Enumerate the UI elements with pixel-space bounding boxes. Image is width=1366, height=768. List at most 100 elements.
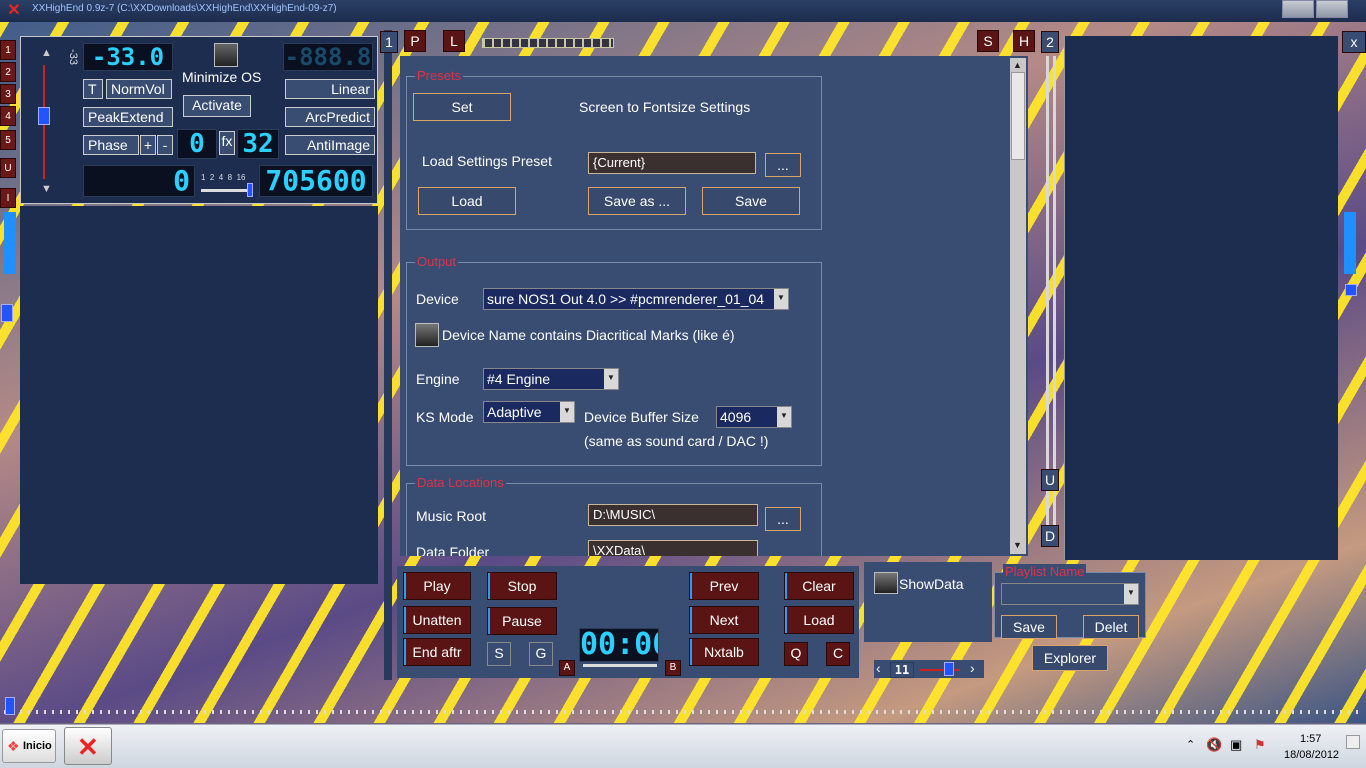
a-marker-button[interactable]: A xyxy=(559,660,575,676)
next-button[interactable]: Next xyxy=(689,606,759,634)
side-button-2[interactable]: 2 xyxy=(0,62,16,82)
left-info-panel xyxy=(20,206,378,584)
engine-select[interactable]: #4 Engine ▼ xyxy=(483,368,619,390)
scroll-down-arrow-icon[interactable]: ▼ xyxy=(1013,540,1022,550)
bottom-seek-ruler[interactable] xyxy=(4,710,1362,714)
normvol-toggle[interactable]: NormVol xyxy=(106,79,172,99)
load-preset-button[interactable]: Load xyxy=(418,187,516,215)
diacritical-label: Device Name contains Diacritical Marks (… xyxy=(442,327,735,343)
peakextend-toggle[interactable]: PeakExtend xyxy=(83,107,173,127)
tray-expand-icon[interactable]: ⌃ xyxy=(1186,738,1195,751)
scroll-d-button[interactable]: D xyxy=(1041,525,1059,547)
b-marker-button[interactable]: B xyxy=(665,660,681,676)
clear-button[interactable]: Clear xyxy=(784,572,854,600)
next-page-icon[interactable]: › xyxy=(970,660,975,676)
page-2-button[interactable]: 2 xyxy=(1041,31,1059,53)
left-slider-thumb[interactable] xyxy=(1,304,13,322)
fx-button[interactable]: fx xyxy=(219,131,235,155)
save-as-preset-button[interactable]: Save as ... xyxy=(588,187,686,215)
g-button[interactable]: G xyxy=(529,642,553,666)
pause-button[interactable]: Pause xyxy=(487,607,557,635)
seek-track[interactable] xyxy=(583,664,657,667)
right-level-bar xyxy=(1344,212,1356,274)
music-root-browse-button[interactable]: ... xyxy=(765,507,801,531)
scroll-u-button[interactable]: U xyxy=(1041,469,1059,491)
show-desktop-button[interactable] xyxy=(1346,735,1360,749)
explorer-button[interactable]: Explorer xyxy=(1032,645,1108,671)
preset-browse-button[interactable]: ... xyxy=(765,153,801,177)
playlist-name-group: Playlist Name ▼ Save Delet xyxy=(994,564,1146,639)
buffer-slider-thumb[interactable] xyxy=(247,183,253,197)
c-button[interactable]: C xyxy=(826,642,850,666)
bottom-seek-thumb[interactable] xyxy=(5,697,15,715)
taskbar: ❖ Inicio ✕ ⌃ 🔇 ▣ ⚑ 1:57 18/08/2012 xyxy=(0,724,1366,768)
t-toggle[interactable]: T xyxy=(83,79,103,99)
prev-page-icon[interactable]: ‹ xyxy=(876,660,881,676)
minimize-os-toggle[interactable] xyxy=(214,43,238,67)
engine-value: #4 Engine xyxy=(487,371,551,387)
arcpredict-toggle[interactable]: ArcPredict xyxy=(285,107,375,127)
q-button[interactable]: Q xyxy=(784,642,808,666)
set-button[interactable]: Set xyxy=(413,93,511,121)
right-slider-thumb[interactable] xyxy=(1345,284,1357,296)
play-button[interactable]: Play xyxy=(403,572,471,600)
playlist-delete-button[interactable]: Delet xyxy=(1083,615,1139,639)
left-splitter[interactable] xyxy=(384,30,392,680)
showdata-toggle[interactable] xyxy=(874,572,898,594)
volume-up-arrow-icon[interactable]: ▲ xyxy=(41,47,52,59)
side-button-4[interactable]: 4 xyxy=(0,106,16,126)
minus-toggle[interactable]: - xyxy=(157,135,173,155)
clock-date[interactable]: 18/08/2012 xyxy=(1284,749,1339,761)
settings-scrollbar[interactable]: ▲ ▼ xyxy=(1010,58,1026,554)
preset-input[interactable]: {Current} xyxy=(588,152,756,174)
page-1-button[interactable]: 1 xyxy=(380,31,398,53)
phase-toggle[interactable]: Phase xyxy=(83,135,139,155)
volume-muted-icon[interactable]: 🔇 xyxy=(1206,737,1222,753)
scroll-up-arrow-icon[interactable]: ▲ xyxy=(1013,60,1022,70)
load-button[interactable]: Load xyxy=(784,606,854,634)
data-folder-input[interactable]: \XXData\ xyxy=(588,540,758,556)
volume-slider-thumb[interactable] xyxy=(38,107,50,125)
unatten-button[interactable]: Unatten xyxy=(403,606,471,634)
side-button-i[interactable]: I xyxy=(0,188,16,208)
ks-mode-select[interactable]: Adaptive ▼ xyxy=(483,401,575,423)
p-button[interactable]: P xyxy=(404,30,426,52)
l-button[interactable]: L xyxy=(443,30,465,52)
start-button[interactable]: ❖ Inicio xyxy=(2,729,56,763)
s-button-transport[interactable]: S xyxy=(487,642,511,666)
playlist-name-select[interactable]: ▼ xyxy=(1001,583,1139,605)
action-center-icon[interactable]: ⚑ xyxy=(1254,737,1266,753)
stop-button[interactable]: Stop xyxy=(487,572,557,600)
page-slider-thumb[interactable] xyxy=(944,662,954,676)
taskbar-app-button[interactable]: ✕ xyxy=(64,727,112,765)
prev-button[interactable]: Prev xyxy=(689,572,759,600)
linear-toggle[interactable]: Linear xyxy=(285,79,375,99)
minimize-window-button[interactable] xyxy=(1282,0,1314,18)
diacritical-toggle[interactable] xyxy=(415,323,439,347)
music-root-label: Music Root xyxy=(416,508,487,524)
presets-group: Presets Set Screen to Fontsize Settings … xyxy=(406,68,822,230)
scrollbar-thumb[interactable] xyxy=(1011,72,1025,160)
volume-down-arrow-icon[interactable]: ▼ xyxy=(41,183,52,195)
side-button-3[interactable]: 3 xyxy=(0,84,16,104)
clock-time[interactable]: 1:57 xyxy=(1300,733,1321,745)
device-select[interactable]: sure NOS1 Out 4.0 >> #pcmrenderer_01_04 … xyxy=(483,288,789,310)
end-after-button[interactable]: End aftr xyxy=(403,638,471,666)
maximize-window-button[interactable] xyxy=(1316,0,1348,18)
buffer-size-select[interactable]: 4096 ▼ xyxy=(716,406,792,428)
s-button[interactable]: S xyxy=(977,30,999,52)
activate-button[interactable]: Activate xyxy=(183,95,251,117)
playlist-save-button[interactable]: Save xyxy=(1001,615,1057,639)
close-panel-button[interactable]: x xyxy=(1342,31,1366,53)
next-album-button[interactable]: Nxtalb xyxy=(689,638,759,666)
network-icon[interactable]: ▣ xyxy=(1230,737,1242,753)
side-button-1[interactable]: 1 xyxy=(0,40,16,60)
plus-toggle[interactable]: + xyxy=(140,135,156,155)
right-panel xyxy=(1064,36,1338,560)
antiimage-toggle[interactable]: AntiImage xyxy=(285,135,375,155)
h-button[interactable]: H xyxy=(1013,30,1035,52)
side-button-5[interactable]: 5 xyxy=(0,130,16,150)
save-preset-button[interactable]: Save xyxy=(702,187,800,215)
side-button-u[interactable]: U xyxy=(0,158,16,178)
music-root-input[interactable]: D:\MUSIC\ xyxy=(588,504,758,526)
